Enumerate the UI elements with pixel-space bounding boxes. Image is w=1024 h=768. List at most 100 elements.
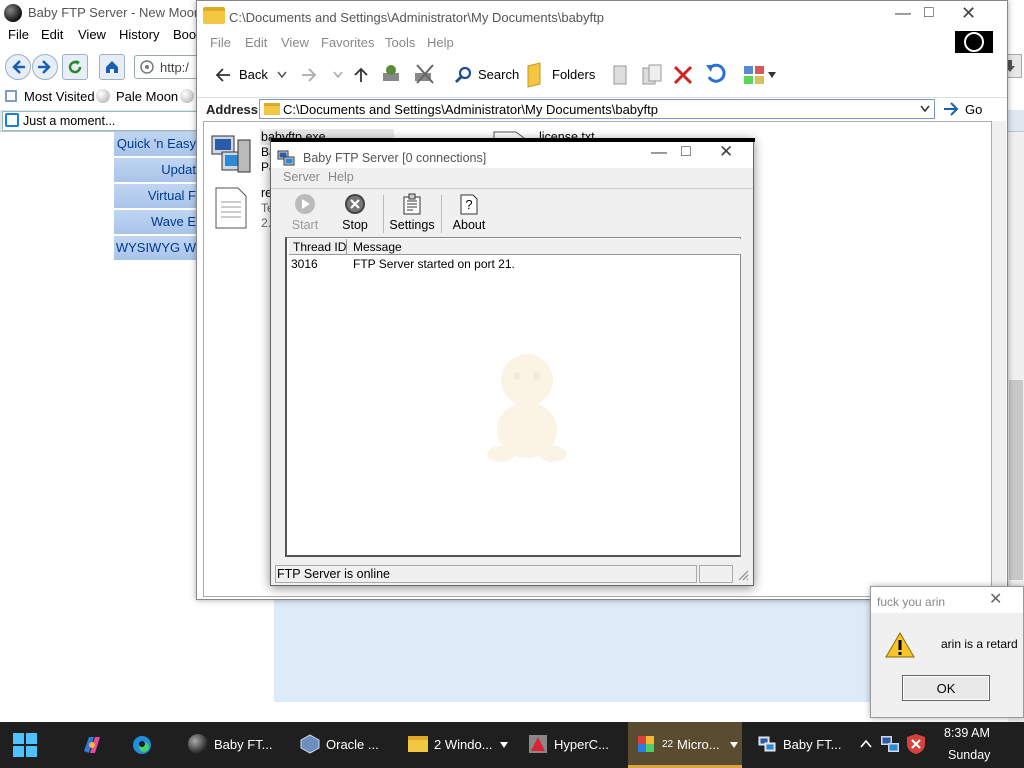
menu-file[interactable]: File <box>210 35 231 50</box>
minimize-button[interactable]: — <box>651 144 667 162</box>
taskbar-item-babyftp-server[interactable]: Baby FT... <box>750 722 850 768</box>
side-link-wave[interactable]: Wave E <box>114 210 200 234</box>
stop-button[interactable]: Stop <box>329 193 381 232</box>
taskbar-item-oracle[interactable]: Oracle ... <box>292 722 390 768</box>
back-button[interactable]: Back <box>239 67 268 82</box>
about-button[interactable]: ? About <box>443 193 495 232</box>
delete-icon[interactable] <box>673 65 693 85</box>
folders-icon[interactable] <box>526 62 546 88</box>
copy-to-icon[interactable] <box>641 63 663 87</box>
windows-start-icon[interactable] <box>12 732 38 758</box>
clock-day[interactable]: Sunday <box>948 748 990 762</box>
table-row[interactable]: 3016 FTP Server started on port 21. <box>289 256 741 272</box>
ftp-app-icon <box>758 736 776 752</box>
explorer-scrollbar[interactable] <box>992 121 1006 597</box>
forward-arrow-icon[interactable] <box>301 67 317 83</box>
column-divider[interactable] <box>346 239 347 255</box>
taskbar-item-windows-explorer[interactable]: 2 Windo... <box>402 722 514 768</box>
taskbar-item-label: Oracle ... <box>326 737 379 752</box>
disconnect-drive-icon[interactable] <box>413 63 437 85</box>
back-arrow-icon[interactable] <box>215 67 231 83</box>
chevron-down-icon[interactable] <box>920 105 930 113</box>
ftp-log-list[interactable]: Thread ID Message 3016 FTP Server starte… <box>285 237 741 557</box>
tab-title: Just a moment... <box>23 114 116 128</box>
toolbar-divider <box>383 195 384 233</box>
chevron-up-icon[interactable] <box>860 739 872 749</box>
folders-button[interactable]: Folders <box>552 67 595 82</box>
menu-tools[interactable]: Tools <box>385 35 415 50</box>
explorer-title: C:\Documents and Settings\Administrator\… <box>229 10 604 25</box>
menu-file[interactable]: File <box>8 27 29 42</box>
taskbar-item-babyftp-browser[interactable]: Baby FT... <box>180 722 278 768</box>
column-thread-id[interactable]: Thread ID <box>293 240 346 254</box>
menu-help[interactable]: Help <box>427 35 454 50</box>
ftp-tray-icon[interactable] <box>880 734 902 754</box>
taskbar-item-label: HyperC... <box>554 737 609 752</box>
settings-button[interactable]: Settings <box>385 193 439 232</box>
babyftp-exe-icon[interactable] <box>208 130 254 178</box>
bookmark-most-visited[interactable]: Most Visited <box>24 89 95 104</box>
ok-button[interactable]: OK <box>902 675 990 701</box>
home-icon <box>106 61 118 73</box>
menu-view[interactable]: View <box>281 35 309 50</box>
bookmark-pale-moon[interactable]: Pale Moon <box>116 89 178 104</box>
taskbar-item-hypercam[interactable]: HyperC... <box>524 722 616 768</box>
back-button[interactable] <box>5 54 31 80</box>
chevron-down-icon[interactable] <box>333 71 343 79</box>
browser-scrollbar-thumb[interactable] <box>1009 380 1023 580</box>
address-label: Address <box>206 102 259 117</box>
chevron-down-icon[interactable] <box>768 72 776 78</box>
baby-watermark-icon <box>487 354 567 462</box>
go-button[interactable]: Go <box>965 102 982 117</box>
status-bar-panel <box>699 565 733 583</box>
home-button[interactable] <box>99 54 125 80</box>
search-button[interactable]: Search <box>478 67 519 82</box>
menu-edit[interactable]: Edit <box>245 35 267 50</box>
start-button[interactable]: Start <box>279 193 331 232</box>
up-arrow-icon[interactable] <box>353 67 369 83</box>
undo-icon[interactable] <box>705 63 727 85</box>
clock-time[interactable]: 8:39 AM <box>944 726 990 740</box>
forward-arrow-icon <box>38 60 51 74</box>
maximize-button[interactable]: □ <box>924 4 934 22</box>
side-link-quick-n-easy[interactable]: Quick 'n Easy <box>114 132 200 156</box>
close-button[interactable]: ✕ <box>961 3 976 24</box>
minimize-button[interactable]: — <box>895 5 911 23</box>
search-icon[interactable] <box>455 66 473 84</box>
menu-server[interactable]: Server <box>283 170 320 184</box>
resize-grip-icon[interactable] <box>737 569 749 581</box>
close-button[interactable]: ✕ <box>719 142 733 162</box>
menu-edit[interactable]: Edit <box>41 27 63 42</box>
maximize-button[interactable]: □ <box>681 143 691 161</box>
chevron-down-icon[interactable] <box>277 71 287 79</box>
side-link-wysiwyg[interactable]: WYSIWYG W <box>114 236 200 260</box>
settings-label: Settings <box>389 218 435 232</box>
chevron-down-icon[interactable] <box>500 742 508 748</box>
reload-button[interactable] <box>62 54 88 80</box>
map-drive-icon[interactable] <box>381 63 405 85</box>
menu-history[interactable]: History <box>119 27 159 42</box>
globe-icon <box>140 60 154 74</box>
copilot-icon[interactable] <box>80 733 104 757</box>
back-arrow-icon <box>12 60 25 74</box>
menu-view[interactable]: View <box>78 27 106 42</box>
security-shield-icon[interactable] <box>906 733 926 755</box>
menu-favorites[interactable]: Favorites <box>321 35 374 50</box>
text-file-icon[interactable] <box>214 186 248 230</box>
move-to-icon[interactable] <box>611 63 631 87</box>
explorer-menubar: File Edit View Favorites Tools Help <box>197 33 1007 53</box>
views-icon[interactable] <box>743 65 765 85</box>
menu-help[interactable]: Help <box>328 170 354 184</box>
taskbar-item-microsoft[interactable]: 22 Micro... <box>628 722 742 768</box>
status-text: FTP Server is online <box>277 567 391 581</box>
column-message[interactable]: Message <box>353 240 402 254</box>
close-button[interactable]: ✕ <box>989 589 1002 609</box>
forward-button[interactable] <box>32 54 58 80</box>
side-link-update[interactable]: Updat <box>114 158 200 182</box>
side-link-virtual[interactable]: Virtual F <box>114 184 200 208</box>
url-text: http:/ <box>160 60 189 75</box>
chevron-down-icon[interactable] <box>730 742 738 748</box>
edge-browser-icon[interactable] <box>131 734 153 756</box>
go-arrow-icon[interactable] <box>943 102 959 116</box>
virtualbox-icon <box>300 734 320 754</box>
